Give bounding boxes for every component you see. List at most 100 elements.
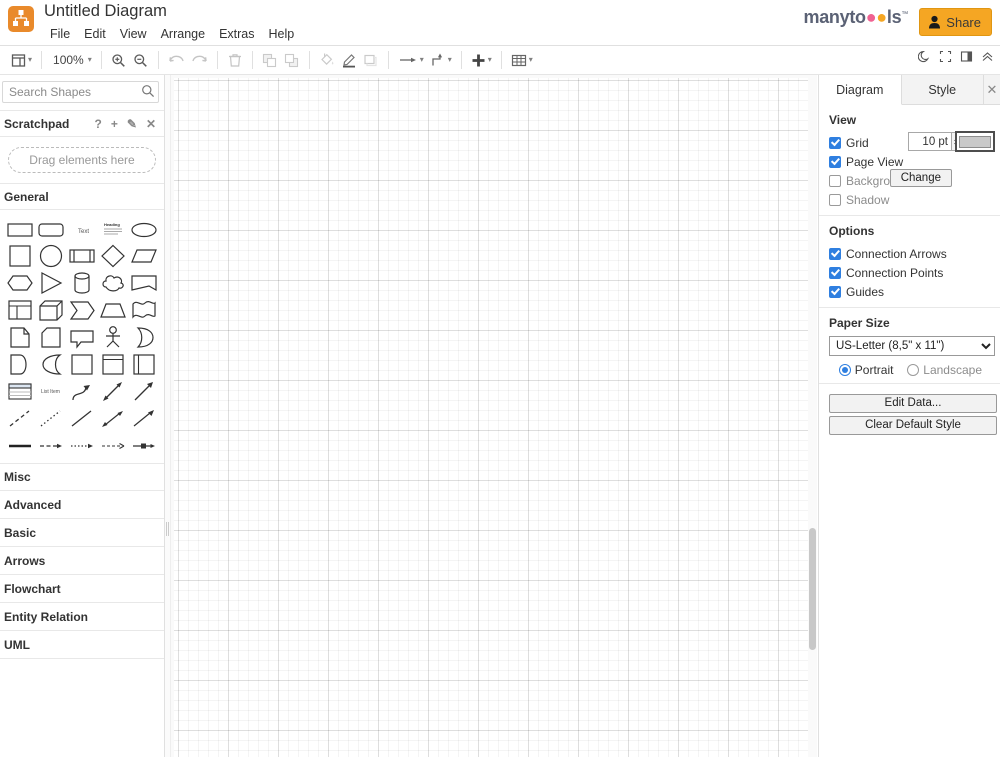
shape-trapezoid[interactable] — [97, 297, 128, 324]
edit-pencil-icon[interactable]: ✎ — [127, 118, 137, 130]
undo-icon[interactable] — [165, 48, 188, 72]
help-icon[interactable]: ? — [95, 118, 102, 130]
connection-points-checkbox[interactable] — [829, 266, 841, 279]
change-background-button[interactable]: Change — [889, 169, 952, 187]
shape-dashed-open-arrow[interactable] — [97, 432, 128, 459]
zoom-out-icon[interactable] — [130, 48, 152, 72]
palette-arrows[interactable]: Arrows — [0, 547, 164, 575]
bring-to-front-icon[interactable] — [259, 48, 281, 72]
page-layout-icon[interactable]: ▾ — [8, 48, 35, 72]
shape-curve[interactable] — [66, 378, 97, 405]
connection-arrow-icon[interactable]: ▾ — [395, 48, 427, 72]
shape-circle[interactable] — [35, 243, 66, 270]
search-input[interactable] — [2, 81, 159, 103]
general-palette-header[interactable]: General — [0, 183, 164, 210]
search-icon[interactable] — [141, 84, 155, 101]
shape-dashed-arrow[interactable] — [35, 432, 66, 459]
shape-document[interactable] — [128, 270, 159, 297]
shape-dashed-line[interactable] — [4, 405, 35, 432]
shape-triangle[interactable] — [35, 270, 66, 297]
shape-directional-connector[interactable] — [128, 405, 159, 432]
shape-tape[interactable] — [128, 297, 159, 324]
shape-note[interactable] — [4, 324, 35, 351]
shape-line[interactable] — [66, 405, 97, 432]
background-checkbox[interactable] — [829, 174, 841, 187]
portrait-radio[interactable] — [839, 364, 851, 376]
scratchpad-dropzone[interactable]: Drag elements here — [0, 137, 164, 183]
canvas-vertical-scrollbar[interactable] — [808, 75, 817, 757]
shape-list[interactable] — [4, 378, 35, 405]
menu-edit[interactable]: Edit — [78, 25, 114, 43]
close-icon[interactable]: ✕ — [984, 75, 1000, 104]
connection-arrows-checkbox[interactable] — [829, 247, 841, 260]
shape-table[interactable] — [4, 297, 35, 324]
shape-callout[interactable] — [66, 324, 97, 351]
shape-text[interactable]: Text — [66, 216, 97, 243]
shape-thick-link[interactable] — [4, 432, 35, 459]
fullscreen-icon[interactable] — [939, 50, 952, 63]
shape-vertical-container[interactable] — [128, 351, 159, 378]
line-color-icon[interactable] — [338, 48, 360, 72]
tab-diagram[interactable]: Diagram — [819, 75, 902, 105]
palette-basic[interactable]: Basic — [0, 519, 164, 547]
shadow-checkbox[interactable] — [829, 193, 841, 206]
palette-advanced[interactable]: Advanced — [0, 491, 164, 519]
menu-file[interactable]: File — [44, 25, 78, 43]
menu-arrange[interactable]: Arrange — [155, 25, 213, 43]
insert-plus-icon[interactable]: ▾ — [468, 48, 495, 72]
tab-style[interactable]: Style — [901, 75, 984, 104]
clear-default-style-button[interactable]: Clear Default Style — [829, 416, 997, 435]
grid-checkbox[interactable] — [829, 136, 841, 149]
shape-step[interactable] — [66, 297, 97, 324]
shadow-icon[interactable] — [360, 48, 382, 72]
palette-uml[interactable]: UML — [0, 631, 164, 659]
shape-or-shape[interactable] — [128, 324, 159, 351]
redo-icon[interactable] — [188, 48, 211, 72]
shape-actor[interactable] — [97, 324, 128, 351]
close-icon[interactable]: ✕ — [146, 118, 156, 130]
shape-cloud[interactable] — [97, 270, 128, 297]
palette-flowchart[interactable]: Flowchart — [0, 575, 164, 603]
diagram-canvas[interactable] — [171, 75, 817, 757]
shape-cylinder[interactable] — [66, 270, 97, 297]
palette-entity-relation[interactable]: Entity Relation — [0, 603, 164, 631]
grid-size-input[interactable]: 10 pt — [908, 132, 952, 151]
shape-textbox[interactable]: Heading — [97, 216, 128, 243]
shape-dotted-line[interactable] — [35, 405, 66, 432]
shape-container[interactable] — [97, 351, 128, 378]
menu-help[interactable]: Help — [263, 25, 303, 43]
paper-size-select[interactable]: US-Letter (8,5" x 11") — [829, 336, 995, 356]
chevron-double-up-icon[interactable] — [981, 50, 994, 63]
page-view-checkbox[interactable] — [829, 155, 841, 168]
shape-and-shape[interactable] — [35, 351, 66, 378]
guides-checkbox[interactable] — [829, 285, 841, 298]
shape-rectangle[interactable] — [4, 216, 35, 243]
zoom-selector[interactable]: 100% ▾ — [48, 48, 95, 72]
shape-card[interactable] — [35, 324, 66, 351]
scrollbar-thumb[interactable] — [809, 528, 816, 650]
trash-icon[interactable] — [224, 48, 246, 72]
shape-hexagon[interactable] — [4, 270, 35, 297]
shape-list-item[interactable]: List Item — [35, 378, 66, 405]
shape-diamond[interactable] — [97, 243, 128, 270]
moon-icon[interactable] — [918, 50, 931, 63]
zoom-in-icon[interactable] — [108, 48, 130, 72]
shape-process[interactable] — [66, 243, 97, 270]
send-to-back-icon[interactable] — [281, 48, 303, 72]
document-title[interactable]: Untitled Diagram — [44, 2, 167, 21]
shape-bidirectional-connector[interactable] — [97, 405, 128, 432]
shape-parallelogram[interactable] — [128, 243, 159, 270]
shape-arrow[interactable] — [128, 378, 159, 405]
table-icon[interactable]: ▾ — [508, 48, 536, 72]
shape-dotted-arrow[interactable] — [66, 432, 97, 459]
palette-misc[interactable]: Misc — [0, 463, 164, 491]
shape-internal-storage[interactable] — [66, 351, 97, 378]
landscape-radio[interactable] — [907, 364, 920, 376]
menu-view[interactable]: View — [114, 25, 155, 43]
format-panel-icon[interactable] — [960, 50, 973, 63]
shape-square[interactable] — [4, 243, 35, 270]
menu-extras[interactable]: Extras — [213, 25, 262, 43]
fill-color-icon[interactable] — [316, 48, 338, 72]
shape-cube[interactable] — [35, 297, 66, 324]
waypoint-icon[interactable]: ▾ — [427, 48, 455, 72]
